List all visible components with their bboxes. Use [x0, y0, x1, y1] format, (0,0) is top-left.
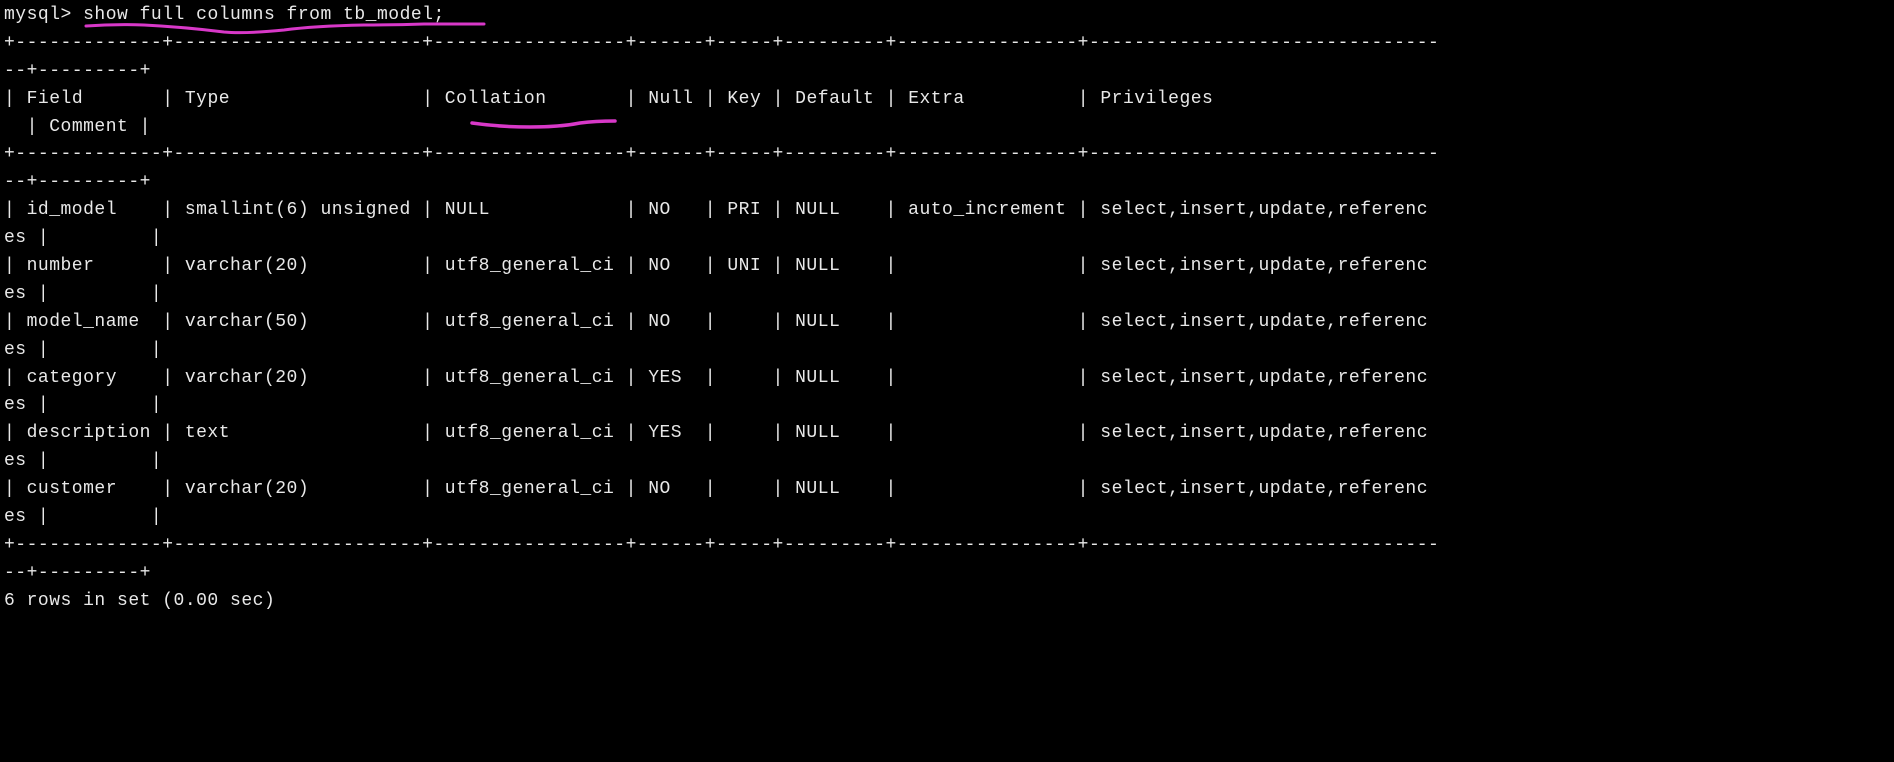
table-row-wrap: es | | [4, 337, 1890, 365]
sql-command: show full columns from tb_model; [83, 5, 445, 25]
table-border-top: +-------------+----------------------+--… [4, 30, 1890, 58]
table-header-row: | Field | Type | Collation | Null | Key … [4, 86, 1890, 114]
header-comment: Comment [49, 117, 128, 137]
table-row-wrap: es | | [4, 225, 1890, 253]
terminal-output: mysql> show full columns from tb_model; … [4, 2, 1890, 616]
header-collation: Collation [445, 89, 615, 109]
table-row: | id_model | smallint(6) unsigned | NULL… [4, 197, 1890, 225]
header-default: Default [795, 89, 874, 109]
table-row: | number | varchar(20) | utf8_general_ci… [4, 253, 1890, 281]
header-extra: Extra [908, 89, 1066, 109]
header-key: Key [727, 89, 761, 109]
table-row: | model_name | varchar(50) | utf8_genera… [4, 309, 1890, 337]
table-border-bottom-wrap: --+---------+ [4, 560, 1890, 588]
table-border-bottom: +-------------+----------------------+--… [4, 532, 1890, 560]
table-border-top-wrap: --+---------+ [4, 58, 1890, 86]
table-row-wrap: es | | [4, 281, 1890, 309]
table-row: | category | varchar(20) | utf8_general_… [4, 365, 1890, 393]
table-row: | customer | varchar(20) | utf8_general_… [4, 476, 1890, 504]
table-row: | description | text | utf8_general_ci |… [4, 420, 1890, 448]
header-null: Null [648, 89, 693, 109]
table-border-mid-wrap: --+---------+ [4, 169, 1890, 197]
command-line[interactable]: mysql> show full columns from tb_model; [4, 2, 1890, 30]
header-type: Type [185, 89, 411, 109]
result-footer: 6 rows in set (0.00 sec) [4, 588, 1890, 616]
table-body: | id_model | smallint(6) unsigned | NULL… [4, 197, 1890, 532]
header-privileges: Privileges [1100, 89, 1428, 109]
table-header-row-wrap: | Comment | [4, 114, 1890, 142]
prompt: mysql> [4, 5, 72, 25]
table-row-wrap: es | | [4, 448, 1890, 476]
table-row-wrap: es | | [4, 392, 1890, 420]
table-border-mid: +-------------+----------------------+--… [4, 141, 1890, 169]
table-row-wrap: es | | [4, 504, 1890, 532]
header-field: Field [27, 89, 151, 109]
